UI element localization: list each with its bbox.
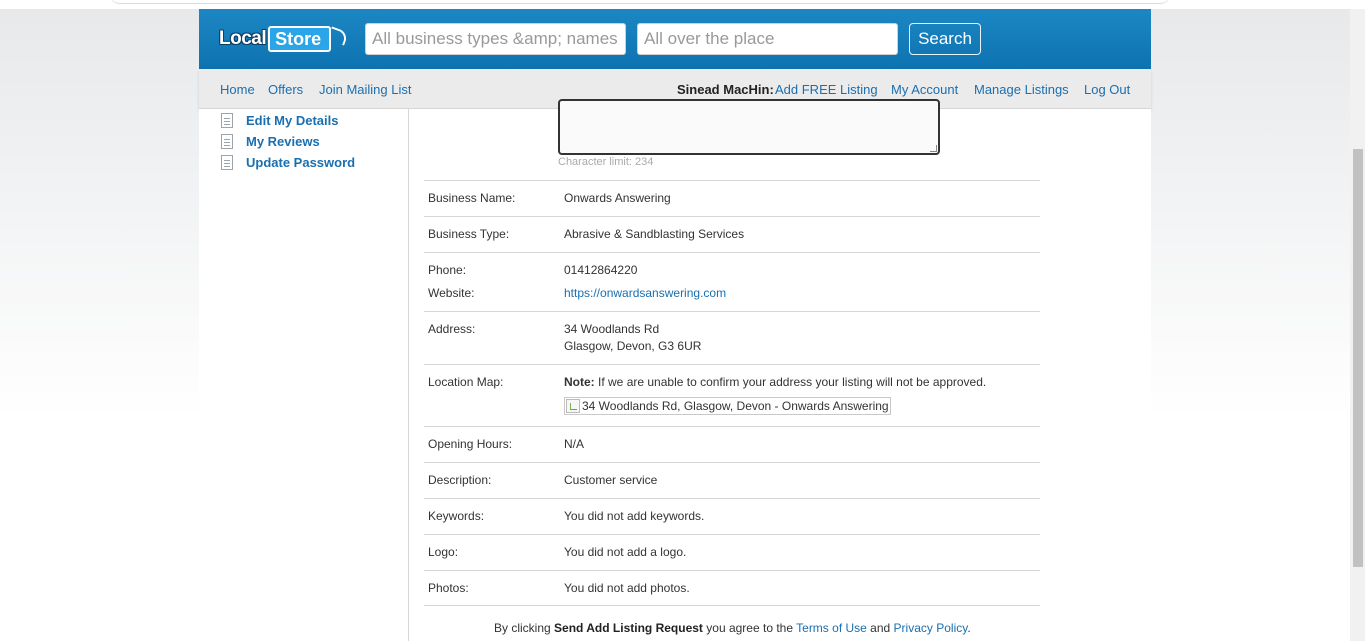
row-address: Address: 34 Woodlands Rd Glasgow, Devon,… bbox=[424, 311, 1040, 364]
nav-offers[interactable]: Offers bbox=[268, 82, 303, 97]
map-alt-text: 34 Woodlands Rd, Glasgow, Devon - Onward… bbox=[582, 399, 889, 413]
label-business-name: Business Name: bbox=[428, 191, 516, 205]
value-description: Customer service bbox=[564, 473, 658, 487]
site-header: Local Store All business types &amp; nam… bbox=[199, 9, 1151, 69]
map-note-bold: Note: bbox=[564, 375, 595, 389]
nav-manage-listings[interactable]: Manage Listings bbox=[974, 82, 1069, 97]
sidebar-item-my-reviews[interactable]: My Reviews bbox=[221, 132, 320, 150]
label-logo: Logo: bbox=[428, 545, 459, 559]
document-icon bbox=[221, 133, 233, 149]
document-icon bbox=[221, 154, 233, 170]
value-phone: 01412864220 bbox=[564, 263, 638, 277]
value-business-name: Onwards Answering bbox=[564, 191, 671, 205]
agreement-middle: you agree to the bbox=[706, 621, 794, 635]
value-address-line1: 34 Woodlands Rd bbox=[564, 322, 660, 336]
logo-store-tag: Store bbox=[268, 26, 332, 52]
document-icon bbox=[221, 112, 233, 128]
row-business-type: Business Type: Abrasive & Sandblasting S… bbox=[424, 216, 1040, 252]
map-note: Note: If we are unable to confirm your a… bbox=[564, 375, 986, 389]
row-logo: Logo: You did not add a logo. bbox=[424, 534, 1040, 570]
broken-image-icon bbox=[566, 399, 580, 413]
row-location-map: Location Map: Note: If we are unable to … bbox=[424, 364, 1040, 426]
search-location-input[interactable]: All over the place bbox=[637, 23, 898, 55]
label-description: Description: bbox=[428, 473, 492, 487]
sidebar-item-label[interactable]: Update Password bbox=[246, 155, 355, 170]
label-location-map: Location Map: bbox=[428, 375, 504, 389]
sidebar-item-label[interactable]: My Reviews bbox=[246, 134, 320, 149]
sidebar-item-update-password[interactable]: Update Password bbox=[221, 153, 355, 171]
value-photos: You did not add photos. bbox=[564, 581, 690, 595]
resize-grip-icon[interactable] bbox=[930, 145, 937, 152]
row-photos: Photos: You did not add photos. bbox=[424, 570, 1040, 606]
nav-home[interactable]: Home bbox=[220, 82, 255, 97]
row-contact: Phone: 01412864220 Website: https://onwa… bbox=[424, 252, 1040, 311]
localstore-logo[interactable]: Local Store bbox=[219, 26, 349, 52]
sidebar-divider bbox=[408, 109, 409, 641]
search-button[interactable]: Search bbox=[909, 23, 981, 55]
row-business-name: Business Name: Onwards Answering bbox=[424, 180, 1040, 216]
value-logo: You did not add a logo. bbox=[564, 545, 687, 559]
character-limit: Character limit: 234 bbox=[558, 156, 654, 168]
value-address-line2: Glasgow, Devon, G3 6UR bbox=[564, 339, 702, 353]
agreement-button-name: Send Add Listing Request bbox=[554, 621, 703, 635]
search-business-input[interactable]: All business types &amp; names bbox=[365, 23, 626, 55]
nav-my-account[interactable]: My Account bbox=[891, 82, 958, 97]
agreement-text: By clicking Send Add Listing Request you… bbox=[494, 621, 1335, 635]
user-name: Sinead MacHin: bbox=[677, 82, 774, 97]
label-phone: Phone: bbox=[428, 263, 467, 277]
page: Local Store All business types &amp; nam… bbox=[199, 9, 1151, 641]
agreement-and: and bbox=[870, 621, 891, 635]
label-keywords: Keywords: bbox=[428, 509, 485, 523]
page-scrollbar[interactable] bbox=[1350, 9, 1365, 641]
row-opening-hours: Opening Hours: N/A bbox=[424, 426, 1040, 462]
nav-log-out[interactable]: Log Out bbox=[1084, 82, 1130, 97]
location-map-image: 34 Woodlands Rd, Glasgow, Devon - Onward… bbox=[564, 397, 891, 415]
logo-local-text: Local bbox=[219, 28, 267, 49]
label-business-type: Business Type: bbox=[428, 227, 510, 241]
value-business-type: Abrasive & Sandblasting Services bbox=[564, 227, 745, 241]
value-website-link[interactable]: https://onwardsanswering.com bbox=[564, 286, 726, 300]
row-description: Description: Customer service bbox=[424, 462, 1040, 498]
label-opening-hours: Opening Hours: bbox=[428, 437, 513, 451]
sidebar-item-label[interactable]: Edit My Details bbox=[246, 113, 338, 128]
terms-of-use-link[interactable]: Terms of Use bbox=[796, 621, 867, 635]
label-website: Website: bbox=[428, 286, 475, 300]
scrollbar-thumb[interactable] bbox=[1353, 149, 1363, 567]
value-keywords: You did not add keywords. bbox=[564, 509, 705, 523]
browser-top-strip bbox=[0, 0, 1365, 9]
main-content: Edit My Details My Reviews Update Passwo… bbox=[199, 99, 1151, 641]
agreement-prefix: By clicking bbox=[494, 621, 551, 635]
label-address: Address: bbox=[428, 322, 476, 336]
textarea-field[interactable] bbox=[558, 99, 940, 155]
sidebar-item-edit-details[interactable]: Edit My Details bbox=[221, 111, 338, 129]
label-photos: Photos: bbox=[428, 581, 469, 595]
value-opening-hours: N/A bbox=[564, 437, 585, 451]
privacy-policy-link[interactable]: Privacy Policy bbox=[894, 621, 968, 635]
map-note-text: If we are unable to confirm your address… bbox=[598, 375, 987, 389]
listing-details: Business Name: Onwards Answering Busines… bbox=[424, 180, 1040, 606]
nav-add-free-listing[interactable]: Add FREE Listing bbox=[775, 82, 878, 97]
row-keywords: Keywords: You did not add keywords. bbox=[424, 498, 1040, 534]
nav-join-mailing-list[interactable]: Join Mailing List bbox=[319, 82, 412, 97]
agreement-end: . bbox=[967, 621, 971, 635]
